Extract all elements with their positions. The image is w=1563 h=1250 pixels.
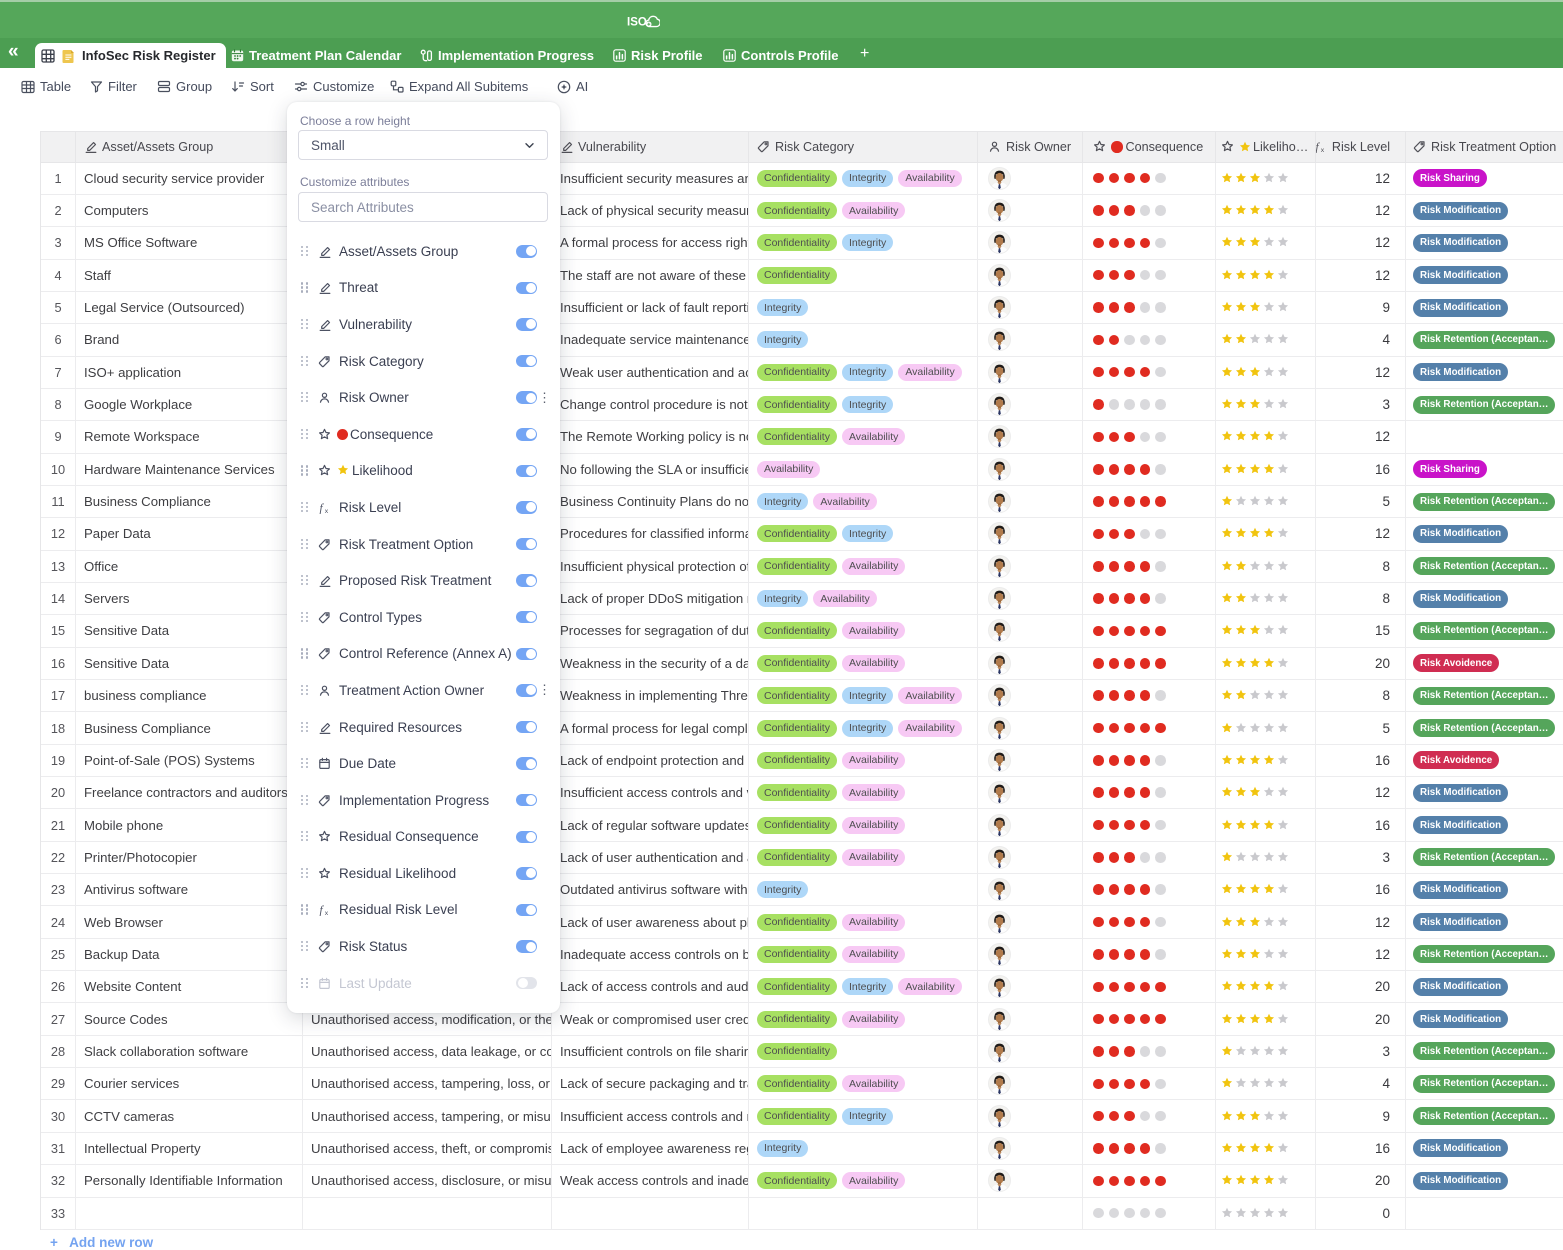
- svg-text:f: f: [320, 502, 325, 514]
- svg-text:f: f: [320, 905, 325, 917]
- svg-text:x: x: [325, 910, 329, 916]
- svg-text:ISO: ISO: [627, 17, 647, 29]
- svg-text:x: x: [325, 508, 329, 514]
- svg-text:x: x: [1321, 147, 1325, 153]
